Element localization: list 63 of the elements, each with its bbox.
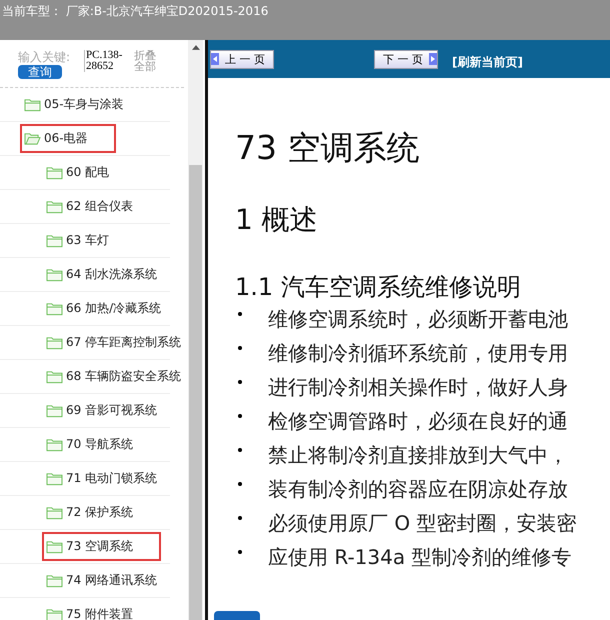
folder-icon [46, 607, 63, 620]
tree-item[interactable]: 05-车身与涂装 [20, 90, 128, 119]
bullet-icon [238, 550, 242, 554]
folder-icon [46, 539, 63, 554]
bullet-icon [238, 448, 242, 452]
bullet-text: 必须使用原厂 O 型密封圈，安装密 [268, 510, 576, 536]
document-title: 73 空调系统 [235, 128, 420, 168]
bullet-icon [238, 414, 242, 418]
tree-item[interactable]: 74 网络通讯系统 [42, 566, 162, 595]
tree-item[interactable]: 62 组合仪表 [42, 192, 138, 221]
page-marker [214, 611, 260, 620]
bullet-text: 装有制冷剂的容器应在阴凉处存放 [268, 476, 568, 502]
open-folder-icon [24, 131, 41, 146]
bullet-text: 维修空调系统时，必须断开蓄电池 [268, 306, 568, 332]
bullet-text: 维修制冷剂循环系统前，使用专用 [268, 340, 568, 366]
keyword-label: 输入关键: [18, 50, 70, 64]
folder-icon [46, 301, 63, 316]
tree-item[interactable]: 06-电器 [20, 124, 116, 153]
folder-icon [46, 437, 63, 452]
tree-item[interactable]: 73 空调系统 [42, 532, 162, 561]
next-page-button[interactable]: 下 一 页 [374, 50, 438, 68]
folder-icon [46, 403, 63, 418]
tree-item[interactable]: 69 音影可视系统 [42, 396, 162, 425]
search-button[interactable]: 查询 [18, 65, 62, 79]
tree-item[interactable]: 68 车辆防盗安全系统 [42, 362, 186, 391]
tree-item[interactable]: 60 配电 [42, 158, 114, 187]
refresh-link[interactable]: [刷新当前页] [452, 54, 523, 70]
tree-item[interactable]: 66 加热/冷藏系统 [42, 294, 166, 323]
vehicle-title: 当前车型： 厂家:B-北京汽车绅宝D202015-2016 [1, 3, 268, 20]
bullet-text: 禁止将制冷剂直接排放到大气中， [268, 442, 568, 468]
folder-icon [46, 471, 63, 486]
left-arrow-icon [211, 53, 219, 65]
scroll-up-icon[interactable] [192, 45, 200, 50]
right-arrow-icon [429, 53, 437, 65]
keyword-field[interactable]: PC.138-28652 [84, 50, 128, 72]
folder-icon [46, 199, 63, 214]
bullet-icon [238, 380, 242, 384]
section-heading: 1 概述 [235, 202, 319, 238]
bullet-text: 检修空调管路时，必须在良好的通 [268, 408, 568, 434]
folder-icon [46, 335, 63, 350]
folder-icon [24, 97, 41, 112]
folder-icon [46, 165, 63, 180]
folder-icon [46, 505, 63, 520]
tree-item[interactable]: 63 车灯 [42, 226, 114, 255]
tree-item[interactable]: 67 停车距离控制系统 [42, 328, 186, 357]
tree-item[interactable]: 64 刮水洗涤系统 [42, 260, 162, 289]
tree-item[interactable]: 75 附件装置 [42, 600, 138, 620]
tree-item[interactable]: 72 保护系统 [42, 498, 138, 527]
folder-icon [46, 267, 63, 282]
previous-page-button[interactable]: 上 一 页 [210, 50, 274, 68]
bullet-text: 应使用 R-134a 型制冷剂的维修专 [268, 544, 572, 570]
scrollbar[interactable] [188, 40, 203, 620]
bullet-text: 进行制冷剂相关操作时，做好人身 [268, 374, 568, 400]
folder-icon [46, 369, 63, 384]
bullet-icon [238, 346, 242, 350]
tree-item[interactable]: 70 导航系统 [42, 430, 138, 459]
bullet-icon [238, 312, 242, 316]
bullet-icon [238, 482, 242, 486]
folder-icon [46, 573, 63, 588]
tree-item[interactable]: 71 电动门锁系统 [42, 464, 162, 493]
folder-icon [46, 233, 63, 248]
bullet-icon [238, 516, 242, 520]
subsection-heading: 1.1 汽车空调系统维修说明 [235, 272, 522, 302]
